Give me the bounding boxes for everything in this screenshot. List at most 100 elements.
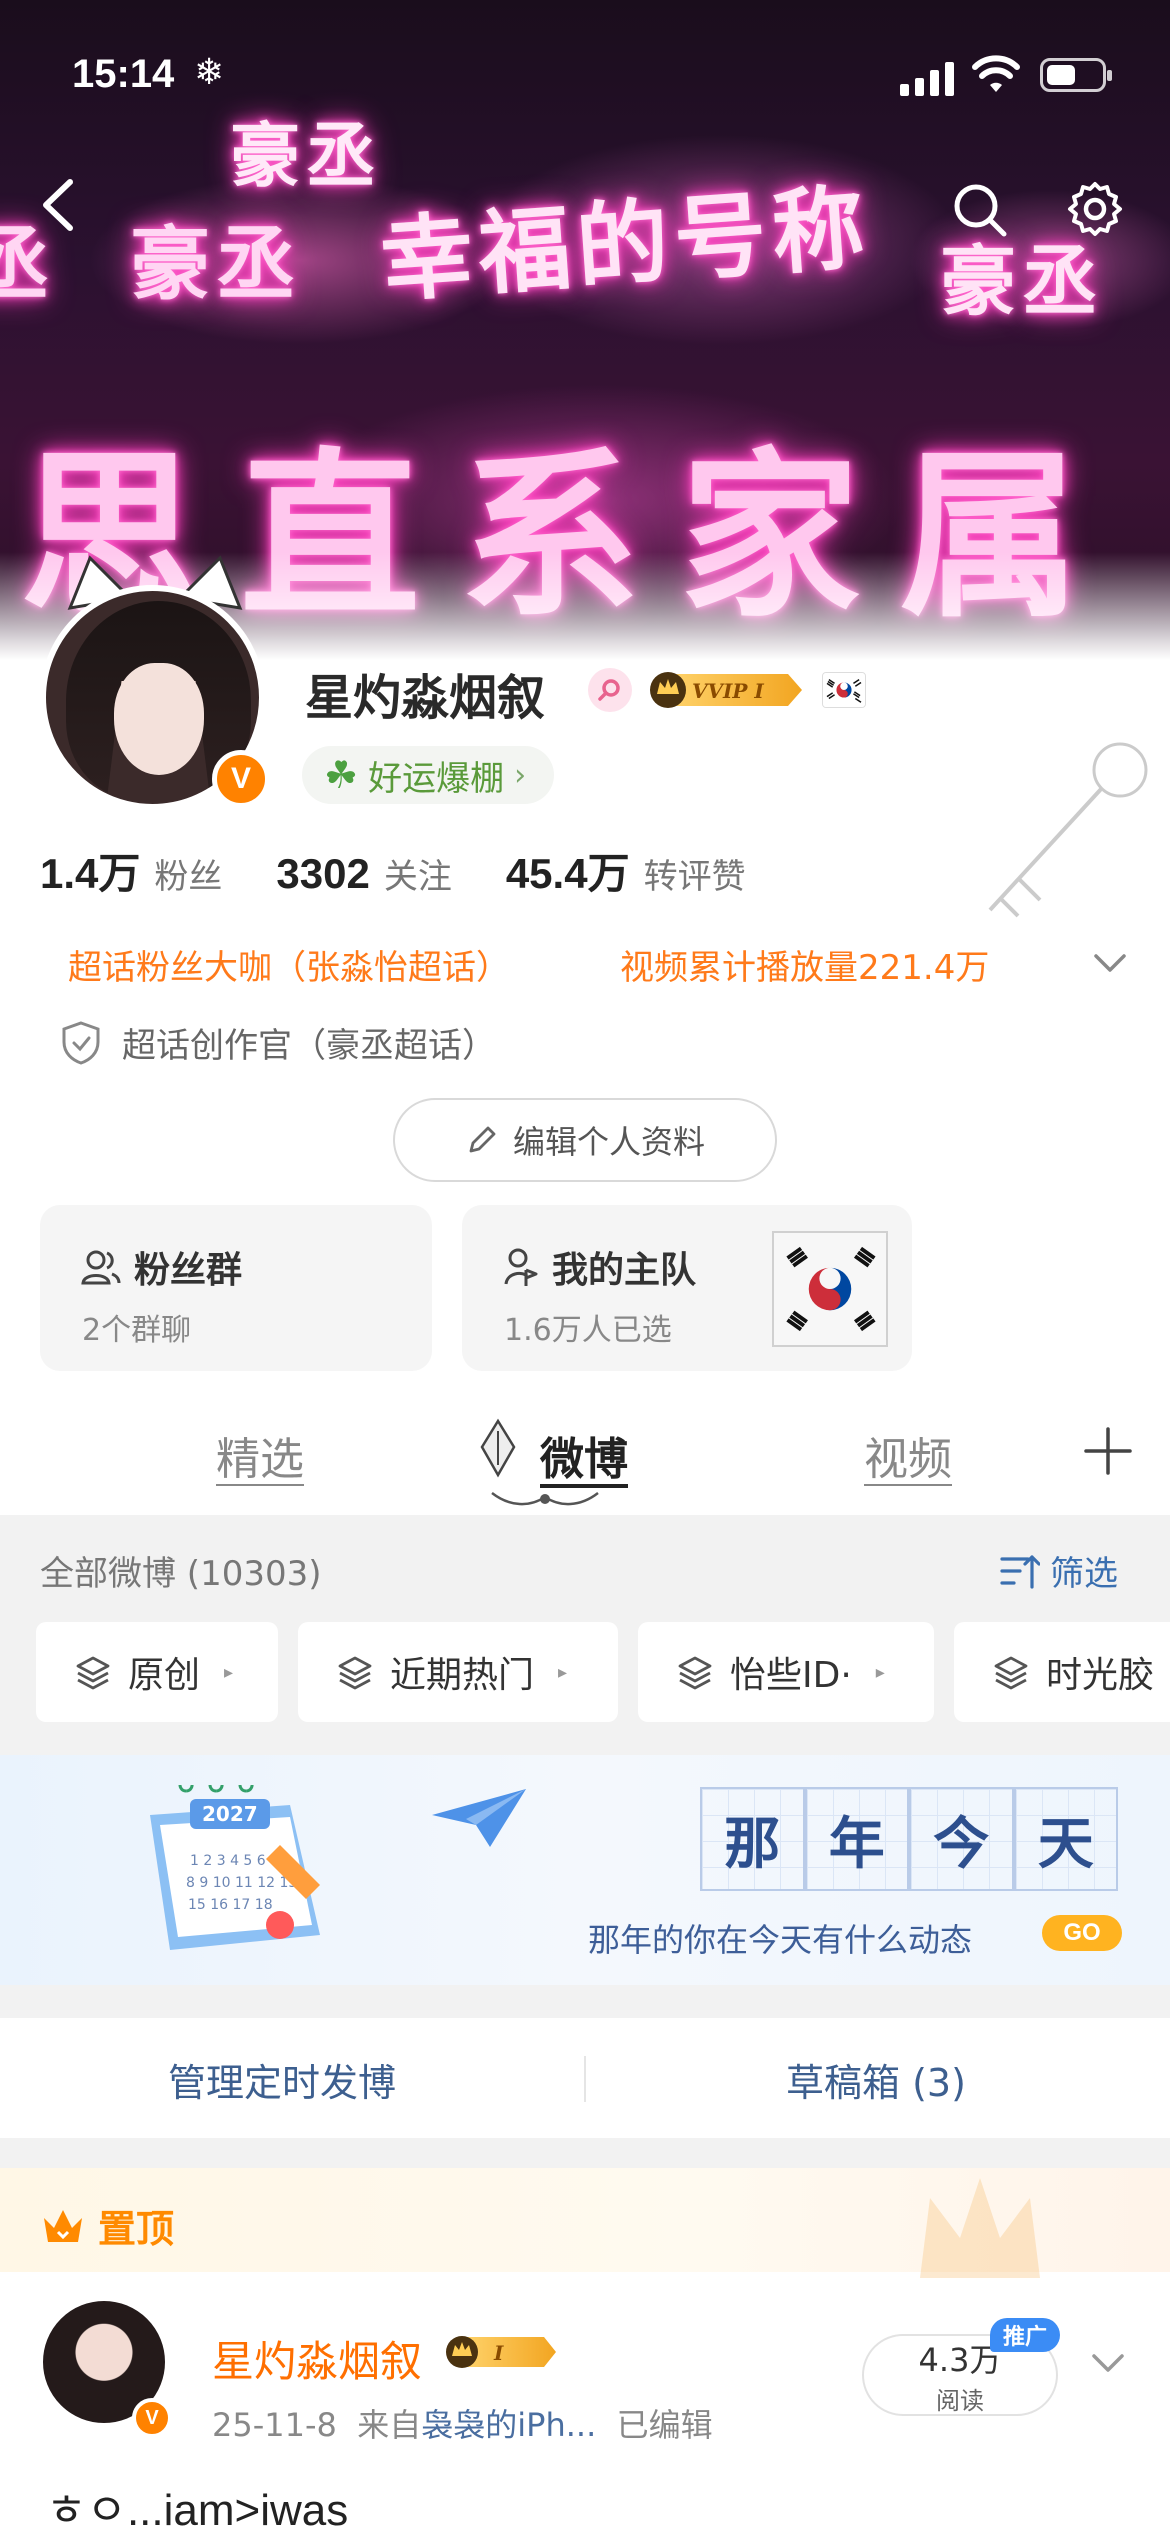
chip-recent-hot[interactable]: 近期热门 ▸ xyxy=(298,1622,618,1722)
on-this-day-caption: 那年的你在今天有什么动态 xyxy=(588,1921,973,1959)
profile-tabs: 精选 微博 视频 xyxy=(0,1395,1170,1515)
my-team-card[interactable]: 我的主队 1.6万人已选 xyxy=(462,1205,912,1371)
vvip-level-badge[interactable]: VVIP I xyxy=(648,668,808,712)
tab-video[interactable]: 视频 xyxy=(864,1423,952,1487)
crown-icon xyxy=(44,2209,82,2242)
stat-label: 关注 xyxy=(383,857,452,897)
edit-profile-button[interactable]: 编辑个人资料 xyxy=(393,1098,777,1182)
stat-value: 3302 xyxy=(276,850,370,897)
profile-stats: 1.4万 粉丝 3302 关注 45.4万 转评赞 xyxy=(40,840,746,901)
title-char: 那 xyxy=(700,1787,805,1891)
honors-row: 超话粉丝大咖（张淼怡超话） 视频累计播放量221.4万 xyxy=(68,940,1128,990)
on-this-day-banner[interactable]: 2027 1 2 3 4 5 6 8 9 10 11 12 13 15 16 1… xyxy=(0,1755,1170,1985)
tab-weibo[interactable]: 微博 xyxy=(540,1423,628,1487)
status-bar: 15:14 ❄ xyxy=(0,40,1170,110)
edit-profile-label: 编辑个人资料 xyxy=(512,1123,705,1161)
neon-sign-text: 幸福的号称 xyxy=(377,173,874,315)
layers-icon xyxy=(338,1656,372,1690)
shield-icon xyxy=(62,1020,100,1065)
vip-level-label: I xyxy=(493,2341,504,2365)
paper-plane-icon xyxy=(432,1789,526,1847)
title-char: 今 xyxy=(909,1787,1014,1891)
my-team-title: 我的主队 xyxy=(552,1250,697,1291)
chip-label: 近期热门 xyxy=(390,1655,535,1696)
my-team-subtitle: 1.6万人已选 xyxy=(504,1313,672,1348)
post-edited: 已编辑 xyxy=(616,2406,713,2444)
filter-button[interactable]: 筛选 xyxy=(998,1546,1118,1595)
back-arrow-icon[interactable] xyxy=(30,170,90,240)
neon-sign-text: 豪丞 xyxy=(230,114,382,197)
chip-label: 怡些ID· xyxy=(730,1655,852,1696)
luck-status-pill[interactable]: ☘ 好运爆棚 › xyxy=(302,746,555,804)
fan-group-card[interactable]: 粉丝群 2个群聊 xyxy=(40,1205,432,1371)
chip-label: 原创 xyxy=(128,1655,201,1696)
go-button[interactable]: GO xyxy=(1042,1915,1122,1951)
svg-text:8 9 10 11 12 13: 8 9 10 11 12 13 xyxy=(186,1875,297,1891)
caret-right-icon: ▸ xyxy=(558,1661,568,1683)
verified-v-badge: V xyxy=(212,750,270,808)
chain-decoration-icon xyxy=(491,1492,599,1506)
stat-value: 45.4万 xyxy=(505,850,630,897)
chip-label: 时光胶 xyxy=(1046,1655,1155,1696)
korea-flag-icon xyxy=(772,1231,888,1347)
chevron-down-icon[interactable] xyxy=(1086,2340,1130,2384)
luck-status-label: 好运爆棚 xyxy=(368,758,505,799)
chevron-right-icon: › xyxy=(514,757,527,793)
post-author-name[interactable]: 星灼淼烟叙 xyxy=(212,2328,422,2389)
stat-likes[interactable]: 45.4万 转评赞 xyxy=(506,840,746,901)
profile-avatar-wrap[interactable]: V xyxy=(40,555,270,810)
vip-level-badge[interactable]: I xyxy=(444,2332,560,2372)
crown-decoration-icon xyxy=(920,2178,1040,2278)
post-date: 25-11-8 xyxy=(212,2406,337,2444)
chip-time-capsule[interactable]: 时光胶 xyxy=(954,1622,1170,1722)
pen-nib-decoration-icon xyxy=(480,1418,516,1478)
korea-flag-icon xyxy=(822,672,866,708)
title-char: 天 xyxy=(1013,1787,1118,1891)
search-badge-icon[interactable] xyxy=(588,668,632,712)
calendar-illustration-icon: 2027 1 2 3 4 5 6 8 9 10 11 12 13 15 16 1… xyxy=(150,1785,320,1950)
stat-followers[interactable]: 1.4万 粉丝 xyxy=(40,840,222,901)
creator-title[interactable]: 超话创作官（豪丞超话） xyxy=(60,1018,496,1067)
fan-group-subtitle: 2个群聊 xyxy=(82,1313,192,1348)
calendar-year-label: 2027 xyxy=(202,1802,258,1826)
tab-featured[interactable]: 精选 xyxy=(216,1423,304,1487)
stat-following[interactable]: 3302 关注 xyxy=(276,849,451,898)
title-char: 年 xyxy=(804,1787,909,1891)
stat-label: 转评赞 xyxy=(643,857,746,897)
clover-icon: ☘ xyxy=(324,753,359,797)
gear-icon[interactable] xyxy=(1064,178,1126,240)
honor-tag[interactable]: 视频累计播放量221.4万 xyxy=(620,940,989,989)
cellular-signal-icon xyxy=(900,60,956,96)
verified-v-badge: V xyxy=(132,2398,172,2438)
scheduled-posts-button[interactable]: 管理定时发博 xyxy=(168,2052,396,2107)
on-this-day-title: 那 年 今 天 xyxy=(700,1787,1118,1891)
drafts-button[interactable]: 草稿箱 (3) xyxy=(786,2052,966,2107)
layers-icon xyxy=(76,1656,110,1690)
fan-group-title: 粉丝群 xyxy=(134,1250,243,1291)
pinned-label-text: 置顶 xyxy=(98,2207,175,2251)
promote-tag[interactable]: 推广 xyxy=(990,2318,1060,2352)
snowflake-icon: ❄ xyxy=(194,52,225,93)
chevron-down-icon[interactable] xyxy=(1088,940,1132,984)
status-time: 15:14 xyxy=(72,52,175,96)
neon-sign-text: 豪丞 xyxy=(130,217,302,311)
honor-tag[interactable]: 超话粉丝大咖（张淼怡超话） xyxy=(68,940,510,989)
filter-label: 筛选 xyxy=(1050,1554,1118,1594)
pinned-label: 置顶 xyxy=(40,2198,174,2253)
svg-text:15 16 17 18: 15 16 17 18 xyxy=(188,1897,273,1913)
pinned-post[interactable]: 置顶 V 星灼淼烟叙 I 25-11-8 来自袅袅的iPh... 已编辑 4.3… xyxy=(0,2168,1170,2532)
post-source[interactable]: 袅袅的iPh... xyxy=(421,2406,596,2444)
layers-icon xyxy=(994,1656,1028,1690)
search-icon[interactable] xyxy=(950,180,1010,240)
group-people-icon xyxy=(81,1250,121,1285)
category-chips: 原创 ▸ 近期热门 ▸ 怡些ID· ▸ 时光胶 xyxy=(36,1622,1170,1722)
stat-label: 粉丝 xyxy=(154,857,223,897)
chip-original[interactable]: 原创 ▸ xyxy=(36,1622,278,1722)
creator-title-label: 超话创作官（豪丞超话） xyxy=(122,1026,496,1066)
plus-icon[interactable] xyxy=(1082,1425,1134,1477)
stat-value: 1.4万 xyxy=(40,850,141,897)
chip-id-collection[interactable]: 怡些ID· ▸ xyxy=(638,1622,934,1722)
post-source-prefix: 来自 xyxy=(357,2406,422,2444)
profile-username: 星灼淼烟叙 xyxy=(305,670,546,726)
pencil-icon xyxy=(469,1126,496,1153)
